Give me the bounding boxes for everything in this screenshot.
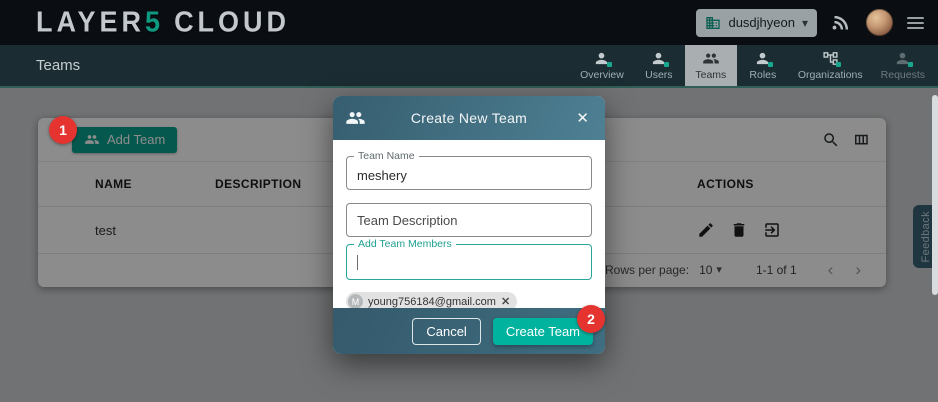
person-icon — [754, 50, 771, 67]
team-members-field-wrapper: Add Team Members — [346, 244, 592, 280]
logo-five-text: 5 — [145, 6, 164, 37]
group-icon — [702, 50, 720, 67]
organization-selector[interactable]: dusdjhyeon ▾ — [696, 9, 817, 37]
modal-body: Team Name Add Team Members M young756184… — [333, 140, 605, 311]
create-team-modal: Create New Team ✕ Team Name Add Team Mem… — [333, 96, 605, 354]
nav-tabs: Overview Users Teams Roles Organizations… — [571, 45, 934, 86]
modal-footer: Cancel Create Team — [333, 308, 605, 354]
scrollbar-thumb[interactable] — [932, 95, 938, 295]
tab-users[interactable]: Users — [633, 45, 685, 86]
team-description-field-wrapper — [346, 203, 592, 237]
annotation-step-1: 1 — [49, 116, 77, 144]
content-area: Add Team NAME DESCRIPTION ACTIONS test — [0, 88, 938, 402]
app-header: LAYER5 CLOUD dusdjhyeon ▾ — [0, 0, 938, 45]
tab-teams[interactable]: Teams — [685, 45, 737, 86]
team-name-field-wrapper: Team Name — [346, 156, 592, 190]
person-icon — [593, 50, 610, 67]
user-avatar[interactable] — [866, 9, 893, 36]
person-icon — [650, 50, 667, 67]
team-description-input[interactable] — [346, 203, 592, 237]
organization-name: dusdjhyeon — [728, 15, 795, 30]
annotation-step-2: 2 — [577, 305, 605, 333]
close-icon[interactable]: ✕ — [572, 107, 593, 129]
chip-email: young756184@gmail.com — [368, 296, 496, 308]
tab-organizations[interactable]: Organizations — [789, 45, 872, 86]
tab-overview[interactable]: Overview — [571, 45, 633, 86]
secondary-navbar: Teams Overview Users Teams Roles Organiz… — [0, 45, 938, 88]
cancel-button[interactable]: Cancel — [412, 318, 480, 345]
chip-remove-icon[interactable]: ✕ — [501, 295, 510, 308]
tab-requests[interactable]: Requests — [872, 45, 934, 86]
layer5-cloud-logo: LAYER5 CLOUD — [36, 6, 290, 39]
logo-cloud-text: CLOUD — [174, 6, 290, 37]
person-icon — [894, 50, 911, 67]
broadcast-icon[interactable] — [831, 12, 852, 33]
tab-roles[interactable]: Roles — [737, 45, 789, 86]
chip-avatar: M — [348, 294, 363, 309]
modal-header: Create New Team ✕ — [333, 96, 605, 140]
menu-icon[interactable] — [907, 13, 924, 33]
add-team-members-label: Add Team Members — [354, 238, 456, 250]
logo-layer-text: LAYER — [36, 6, 145, 37]
modal-title: Create New Team — [333, 110, 605, 126]
hierarchy-icon — [822, 50, 839, 67]
app-window: LAYER5 CLOUD dusdjhyeon ▾ Teams Overview … — [0, 0, 938, 402]
building-icon — [705, 15, 721, 31]
text-cursor — [357, 255, 358, 270]
caret-down-icon: ▾ — [802, 16, 808, 30]
team-name-label: Team Name — [354, 150, 419, 162]
page-title: Teams — [36, 57, 80, 74]
